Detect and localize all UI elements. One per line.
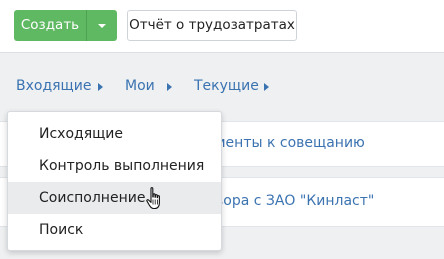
create-dropdown-toggle[interactable] — [86, 10, 117, 41]
chevron-right-icon — [98, 83, 103, 91]
breadcrumb-item-mine[interactable]: Мои — [125, 78, 155, 94]
breadcrumb-dropdown-menu: Исходящие Контроль выполнения Соисполнен… — [7, 111, 222, 251]
menu-item-search[interactable]: Поиск — [8, 214, 221, 246]
breadcrumb-item-current[interactable]: Текущие — [194, 78, 259, 94]
menu-item-outgoing[interactable]: Исходящие — [8, 118, 221, 150]
list-item-title[interactable]: вора с ЗАО "Кинласт" — [215, 193, 374, 209]
menu-item-co-execution[interactable]: Соисполнение — [8, 182, 221, 214]
menu-item-execution-control[interactable]: Контроль выполнения — [8, 150, 221, 182]
create-button[interactable]: Создать — [14, 10, 86, 41]
create-button-group: Создать — [14, 10, 117, 41]
breadcrumb-item-incoming[interactable]: Входящие — [16, 78, 91, 94]
effort-report-button[interactable]: Отчёт о трудозатратах — [127, 10, 297, 41]
list-item-title[interactable]: менты к совещанию — [215, 135, 365, 151]
hand-pointer-icon — [146, 187, 160, 210]
chevron-right-icon — [167, 83, 172, 91]
top-toolbar: Создать Отчёт о трудозатратах — [0, 0, 444, 53]
chevron-down-icon — [98, 23, 106, 28]
chevron-right-icon — [264, 83, 269, 91]
